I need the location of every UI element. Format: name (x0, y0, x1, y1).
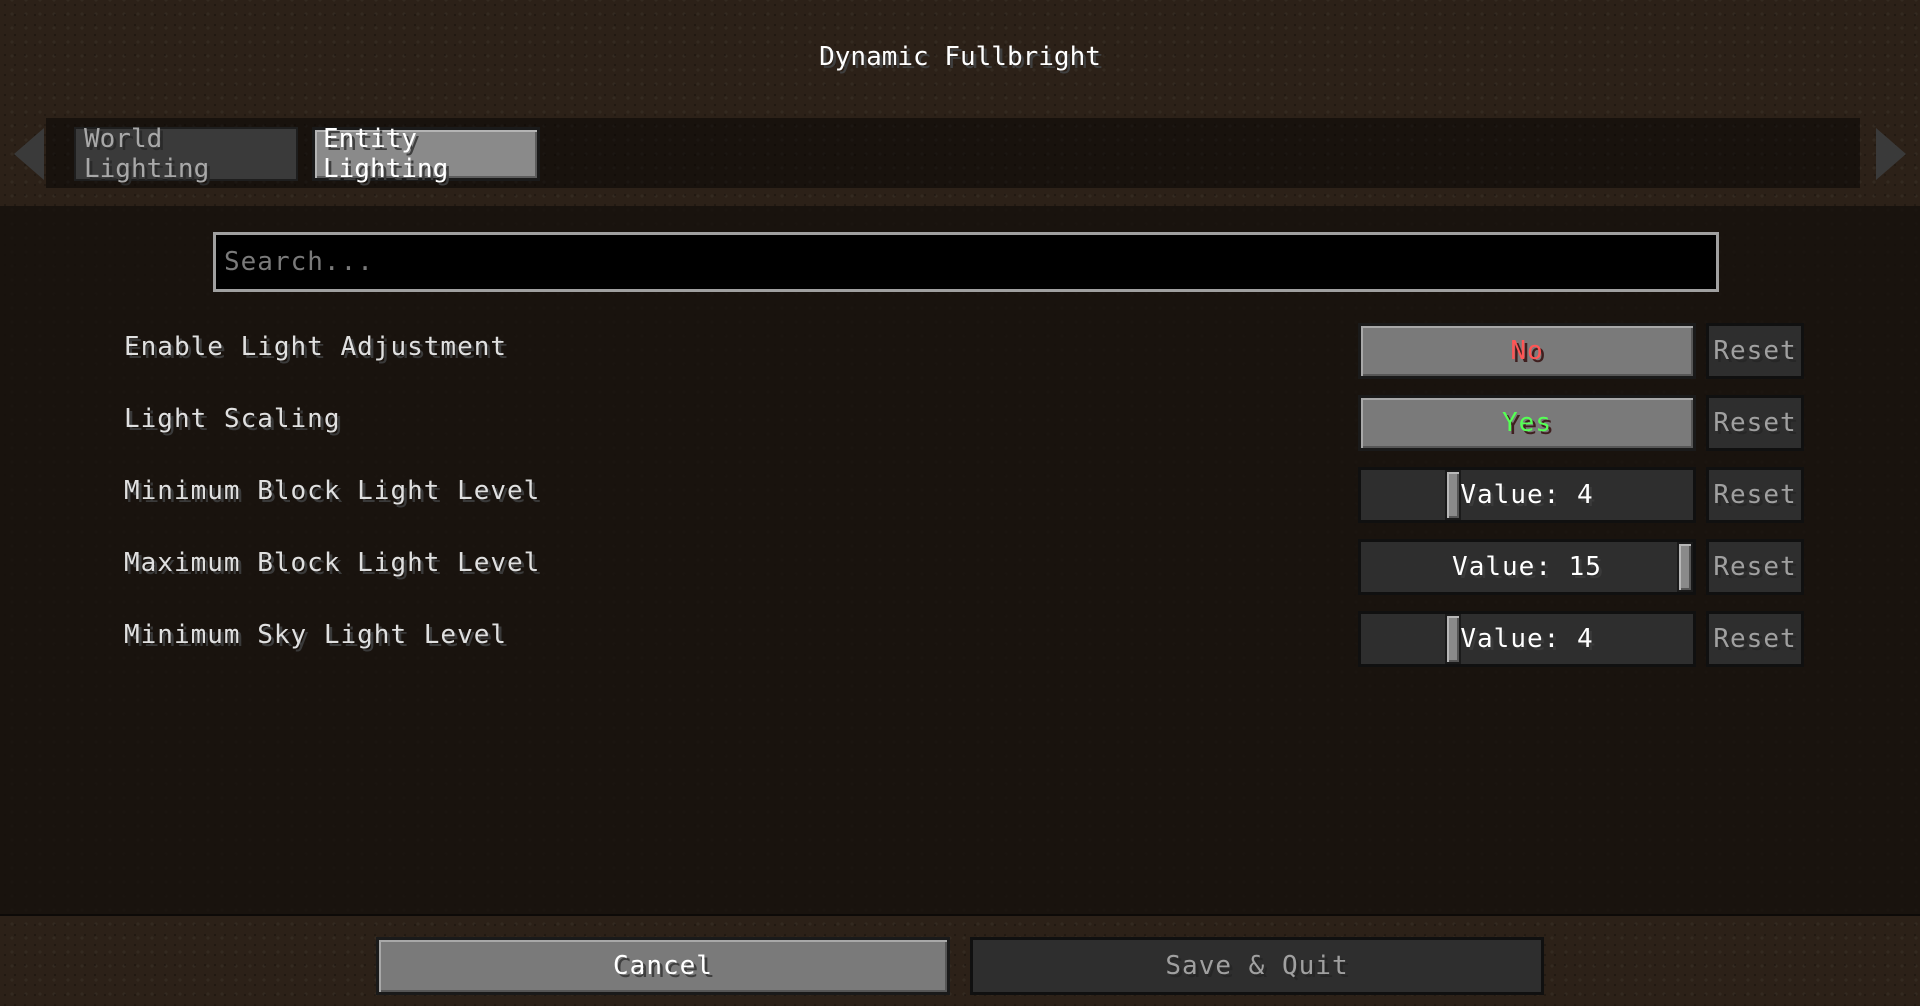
option-label-maximum-block-light-level: Maximum Block Light Level (124, 548, 541, 578)
toggle-light-scaling[interactable]: Yes (1358, 395, 1696, 451)
toggle-enable-light-adjustment[interactable]: No (1358, 323, 1696, 379)
tab-world-lighting[interactable]: World Lighting (74, 124, 298, 184)
option-label-enable-light-adjustment: Enable Light Adjustment (124, 332, 508, 362)
slider-value: Value: 4 (1460, 624, 1594, 654)
toggle-value: No (1510, 336, 1544, 366)
tab-entity-lighting[interactable]: Entity Lighting (312, 124, 540, 184)
slider-value: Value: 4 (1460, 480, 1594, 510)
slider-value: Value: 15 (1452, 552, 1602, 582)
option-label-light-scaling: Light Scaling (124, 404, 341, 434)
slider-minimum-sky-light-level[interactable]: Value: 4 (1358, 611, 1696, 667)
reset-button-enable-light-adjustment[interactable]: Reset (1706, 323, 1804, 379)
slider-maximum-block-light-level[interactable]: Value: 15 (1358, 539, 1696, 595)
reset-button-minimum-block-light-level[interactable]: Reset (1706, 467, 1804, 523)
slider-handle[interactable] (1445, 614, 1461, 664)
option-label-minimum-sky-light-level: Minimum Sky Light Level (124, 620, 508, 650)
save-quit-button[interactable]: Save & Quit (970, 937, 1544, 995)
slider-handle[interactable] (1677, 542, 1693, 592)
slider-handle[interactable] (1445, 470, 1461, 520)
toggle-value: Yes (1502, 408, 1552, 438)
arrow-right-icon[interactable] (1876, 128, 1906, 180)
search-input[interactable] (213, 232, 1719, 292)
reset-button-light-scaling[interactable]: Reset (1706, 395, 1804, 451)
footer-divider (0, 914, 1920, 916)
reset-button-maximum-block-light-level[interactable]: Reset (1706, 539, 1804, 595)
reset-button-minimum-sky-light-level[interactable]: Reset (1706, 611, 1804, 667)
slider-minimum-block-light-level[interactable]: Value: 4 (1358, 467, 1696, 523)
cancel-button[interactable]: Cancel (376, 937, 950, 995)
screen-title: Dynamic Fullbright (819, 42, 1101, 72)
option-label-minimum-block-light-level: Minimum Block Light Level (124, 476, 541, 506)
arrow-left-icon[interactable] (14, 128, 44, 180)
